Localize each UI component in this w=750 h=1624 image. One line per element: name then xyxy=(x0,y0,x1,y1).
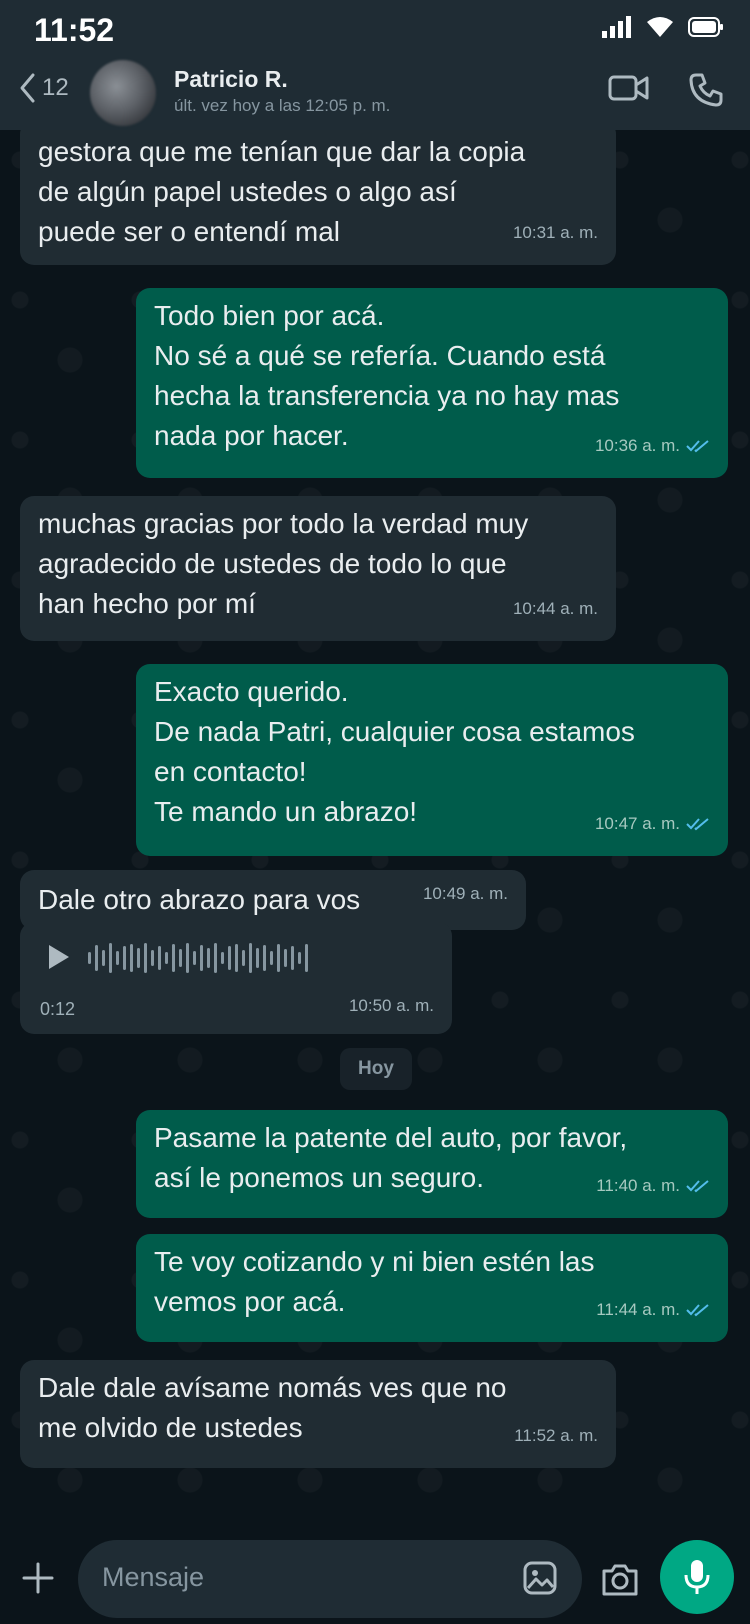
message-meta: 10:44 a. m. xyxy=(513,589,598,629)
double-check-icon xyxy=(686,1304,709,1317)
double-check-icon xyxy=(686,440,709,453)
chat-area[interactable]: gestora que me tenían que dar la copia d… xyxy=(0,130,750,1540)
message-input-placeholder: Mensaje xyxy=(102,1562,205,1592)
battery-icon xyxy=(688,17,723,37)
message-composer: Mensaje xyxy=(0,1540,750,1624)
signal-icon xyxy=(602,16,631,38)
audio-message[interactable]: 0:12 10:50 a. m. xyxy=(20,922,452,1034)
message-line: De nada Patri, cualquier cosa estamos xyxy=(154,716,635,747)
last-seen-status: últ. vez hoy a las 12:05 p. m. xyxy=(174,96,391,115)
message-incoming[interactable]: gestora que me tenían que dar la copia d… xyxy=(20,130,616,265)
status-time: 11:52 xyxy=(34,12,115,48)
back-chevron-icon xyxy=(20,73,35,103)
day-separator: Hoy xyxy=(340,1048,412,1090)
video-call-icon[interactable] xyxy=(608,72,650,104)
message-meta: 11:52 a. m. xyxy=(514,1416,598,1456)
message-outgoing[interactable]: Todo bien por acá. No sé a qué se referí… xyxy=(136,288,728,478)
message-time: 10:36 a. m. xyxy=(594,436,680,455)
status-icons xyxy=(602,16,724,38)
message-time: 11:40 a. m. xyxy=(596,1176,680,1195)
message-outgoing[interactable]: Exacto querido. De nada Patri, cualquier… xyxy=(136,664,728,856)
message-line: Te voy cotizando y ni bien estén las xyxy=(154,1246,595,1277)
message-line: muchas gracias por todo la verdad muy xyxy=(38,508,529,539)
message-outgoing[interactable]: Te voy cotizando y ni bien estén las vem… xyxy=(136,1234,728,1342)
message-incoming[interactable]: Dale dale avísame nomás ves que no me ol… xyxy=(20,1360,616,1468)
plus-icon[interactable] xyxy=(20,1560,56,1596)
message-time: 10:31 a. m. xyxy=(512,223,598,242)
message-line: Exacto querido. xyxy=(154,676,349,707)
message-meta: 10:36 a. m. xyxy=(595,426,710,466)
message-time: 10:47 a. m. xyxy=(594,814,680,833)
mic-icon xyxy=(684,1560,710,1594)
chat-header: 12 Patricio R. últ. vez hoy a las 12:05 … xyxy=(0,58,750,130)
message-time: 10:49 a. m. xyxy=(422,884,508,903)
message-line: No sé a qué se refería. Cuando está xyxy=(154,340,606,371)
contact-name[interactable]: Patricio R. xyxy=(174,66,288,93)
message-line: hecha la transferencia ya no hay mas xyxy=(154,380,620,411)
message-meta: 10:49 a. m. xyxy=(423,874,508,914)
avatar[interactable] xyxy=(90,60,156,126)
message-meta: 10:47 a. m. xyxy=(595,804,710,844)
audio-duration: 0:12 xyxy=(40,999,76,1019)
status-bar: 11:52 xyxy=(0,0,750,58)
message-line: agradecido de ustedes de todo lo que xyxy=(38,548,507,579)
wifi-icon xyxy=(647,17,673,37)
message-line: gestora que me tenían que dar la copia xyxy=(38,136,526,167)
play-icon[interactable] xyxy=(46,942,72,972)
back-button[interactable]: 12 xyxy=(18,72,69,104)
message-line: Dale dale avísame nomás ves que no xyxy=(38,1372,507,1403)
sticker-icon[interactable] xyxy=(522,1560,558,1596)
mic-button[interactable] xyxy=(660,1540,734,1614)
audio-waveform[interactable] xyxy=(88,940,308,976)
message-meta: 11:44 a. m. xyxy=(596,1290,710,1330)
message-time: 10:44 a. m. xyxy=(512,599,598,618)
message-input[interactable]: Mensaje xyxy=(78,1540,582,1618)
message-time: 11:44 a. m. xyxy=(596,1300,680,1319)
message-outgoing[interactable]: Pasame la patente del auto, por favor, a… xyxy=(136,1110,728,1218)
message-line: Todo bien por acá. xyxy=(154,300,385,331)
message-line: de algún papel ustedes o algo así xyxy=(38,176,457,207)
message-meta: 11:40 a. m. xyxy=(596,1166,710,1206)
double-check-icon xyxy=(686,1180,709,1193)
message-line: en contacto! xyxy=(154,756,307,787)
unread-count: 12 xyxy=(42,74,69,101)
camera-icon[interactable] xyxy=(600,1562,640,1598)
message-meta: 10:31 a. m. xyxy=(513,213,598,253)
message-time: 11:52 a. m. xyxy=(514,1426,598,1445)
message-incoming[interactable]: Dale otro abrazo para vos 10:49 a. m. xyxy=(20,870,526,930)
message-incoming[interactable]: muchas gracias por todo la verdad muy ag… xyxy=(20,496,616,641)
message-time: 10:50 a. m. xyxy=(348,996,434,1015)
double-check-icon xyxy=(686,818,709,831)
message-line: Pasame la patente del auto, por favor, xyxy=(154,1122,628,1153)
phone-icon[interactable] xyxy=(688,72,724,108)
